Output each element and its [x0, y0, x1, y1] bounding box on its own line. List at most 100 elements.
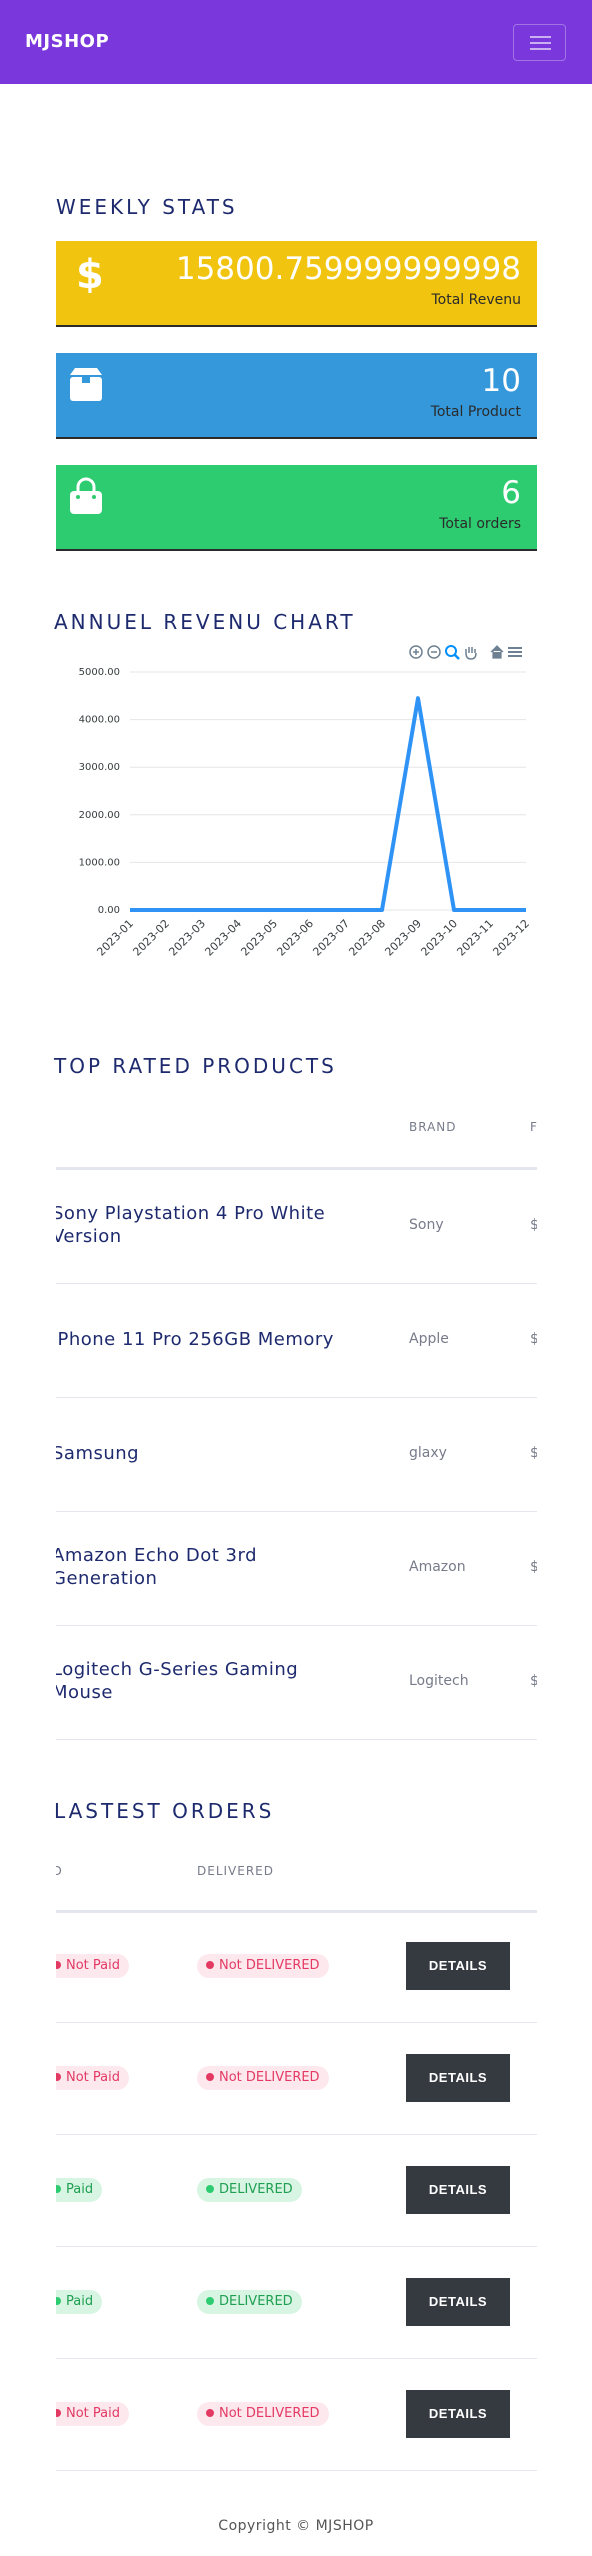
product-brand: glaxy — [409, 1445, 447, 1461]
delivery-status-text: DELIVERED — [219, 2182, 293, 2197]
products-label: Total Product — [430, 404, 521, 420]
x-tick-label: 2023-05 — [238, 917, 280, 959]
home-reset-icon[interactable] — [490, 645, 504, 659]
svg-text:$: $ — [76, 253, 104, 293]
payment-status-badge: Not Paid — [56, 2402, 129, 2426]
y-tick-label: 0.00 — [98, 905, 120, 916]
delivery-status-text: Not DELIVERED — [219, 2406, 320, 2421]
paid-column-header: ID — [56, 1864, 63, 1878]
product-price: $ — [530, 1331, 537, 1347]
payment-status-badge: Not Paid — [56, 1954, 129, 1978]
revenue-chart: 5000.00 4000.00 3000.00 2000.00 1000.00 0.00 … — [56, 640, 537, 970]
brand-column-header: BRAND — [409, 1120, 457, 1134]
brand-logo[interactable]: MJSHOP — [25, 31, 109, 52]
x-tick-label: 2023-07 — [310, 917, 352, 959]
payment-status-text: Not Paid — [66, 2406, 120, 2421]
delivery-status-badge: DELIVERED — [197, 2290, 302, 2314]
zoom-in-icon[interactable] — [409, 645, 423, 659]
product-price: $ — [530, 1217, 537, 1233]
status-dot-icon — [206, 2409, 214, 2417]
selection-zoom-icon[interactable] — [445, 645, 460, 660]
details-button[interactable]: DETAILS — [406, 2054, 510, 2102]
product-name[interactable]: Samsung — [56, 1442, 352, 1465]
product-brand: Apple — [409, 1331, 449, 1347]
product-brand: Amazon — [409, 1559, 466, 1575]
y-tick-label: 2000.00 — [79, 810, 120, 821]
payment-status-text: Paid — [66, 2294, 94, 2309]
revenue-stat-card: $ 15800.759999999998 Total Revenu — [56, 241, 537, 327]
products-value: 10 — [481, 363, 521, 399]
details-button[interactable]: DETAILS — [406, 1942, 510, 1990]
status-dot-icon — [56, 2185, 61, 2193]
x-tick-label: 2023-04 — [202, 917, 244, 959]
dollar-icon: $ — [76, 253, 104, 293]
x-tick-label: 2023-03 — [166, 917, 208, 959]
status-dot-icon — [56, 2073, 61, 2081]
pan-hand-icon[interactable] — [465, 647, 477, 660]
x-tick-label: 2023-12 — [490, 917, 532, 959]
details-button[interactable]: DETAILS — [406, 2166, 510, 2214]
payment-status-text: Paid — [66, 2182, 94, 2197]
product-price: $ — [530, 1673, 537, 1689]
x-tick-label: 2023-02 — [130, 917, 172, 959]
top-products-table: BRAND F Sony Playstation 4 Pro White Ver… — [56, 1100, 537, 1740]
delivery-status-text: Not DELIVERED — [219, 1958, 320, 1973]
status-dot-icon — [56, 2409, 61, 2417]
y-axis-ticks: 5000.00 4000.00 3000.00 2000.00 1000.00 0.00 — [79, 667, 120, 916]
x-axis-ticks: 2023-012023-022023-032023-042023-052023-… — [94, 917, 532, 959]
x-tick-label: 2023-08 — [346, 917, 388, 959]
details-button[interactable]: DETAILS — [406, 2278, 510, 2326]
latest-orders-table: ID DELIVERED Not Paid Not DELIVERED DETAIL… — [56, 1850, 537, 2490]
payment-status-text: Not Paid — [66, 2070, 120, 2085]
x-tick-label: 2023-10 — [418, 917, 460, 959]
delivery-status-badge: Not DELIVERED — [197, 2402, 329, 2426]
cut-column-header: F — [530, 1120, 537, 1134]
product-price: $ — [530, 1559, 537, 1575]
product-price: $ — [530, 1445, 537, 1461]
revenue-chart-title: ANNUEL REVENU CHART — [54, 610, 356, 634]
chart-toolbar — [409, 645, 522, 660]
x-tick-label: 2023-06 — [274, 917, 316, 959]
product-brand: Logitech — [409, 1673, 469, 1689]
revenue-value: 15800.759999999998 — [175, 251, 521, 287]
delivery-status-text: Not DELIVERED — [219, 2070, 320, 2085]
revenue-series-line — [130, 696, 526, 912]
navbar-toggle-button[interactable] — [513, 24, 566, 61]
product-name[interactable]: Amazon Echo Dot 3rd Generation — [56, 1544, 352, 1590]
delivered-column-header: DELIVERED — [197, 1864, 274, 1878]
product-brand: Sony — [409, 1217, 444, 1233]
product-name[interactable]: Sony Playstation 4 Pro White Version — [56, 1202, 352, 1248]
orders-label: Total orders — [439, 516, 521, 532]
weekly-stats-title: WEEKLY STATS — [56, 195, 238, 219]
chart-series — [130, 696, 526, 912]
product-name[interactable]: iPhone 11 Pro 256GB Memory — [56, 1328, 352, 1351]
products-stat-card: 10 Total Product — [56, 353, 537, 439]
menu-icon[interactable] — [508, 647, 522, 657]
y-tick-label: 3000.00 — [79, 762, 120, 773]
payment-status-badge: Paid — [56, 2178, 103, 2202]
payment-status-badge: Paid — [56, 2290, 103, 2314]
delivery-status-text: DELIVERED — [219, 2294, 293, 2309]
y-tick-label: 4000.00 — [79, 715, 120, 726]
footer-copyright: Copyright © MJSHOP — [218, 2518, 374, 2534]
details-button[interactable]: DETAILS — [406, 2390, 510, 2438]
delivery-status-badge: DELIVERED — [197, 2178, 302, 2202]
revenue-label: Total Revenu — [431, 292, 521, 308]
navbar: MJSHOP — [0, 0, 592, 84]
hamburger-icon — [530, 36, 551, 38]
product-name[interactable]: Logitech G-Series Gaming Mouse — [56, 1658, 352, 1704]
top-products-title: TOP RATED PRODUCTS — [54, 1054, 337, 1078]
y-tick-label: 5000.00 — [79, 667, 120, 678]
chart-grid — [130, 671, 526, 911]
latest-orders-title: LASTEST ORDERS — [54, 1799, 275, 1823]
orders-value: 6 — [501, 475, 521, 511]
shopping-bag-icon — [70, 477, 102, 514]
status-dot-icon — [206, 1961, 214, 1969]
delivery-status-badge: Not DELIVERED — [197, 2066, 329, 2090]
orders-stat-card: 6 Total orders — [56, 465, 537, 551]
y-tick-label: 1000.00 — [79, 857, 120, 868]
status-dot-icon — [206, 2185, 214, 2193]
zoom-out-icon[interactable] — [427, 645, 441, 659]
delivery-status-badge: Not DELIVERED — [197, 1954, 329, 1978]
status-dot-icon — [56, 2297, 61, 2305]
